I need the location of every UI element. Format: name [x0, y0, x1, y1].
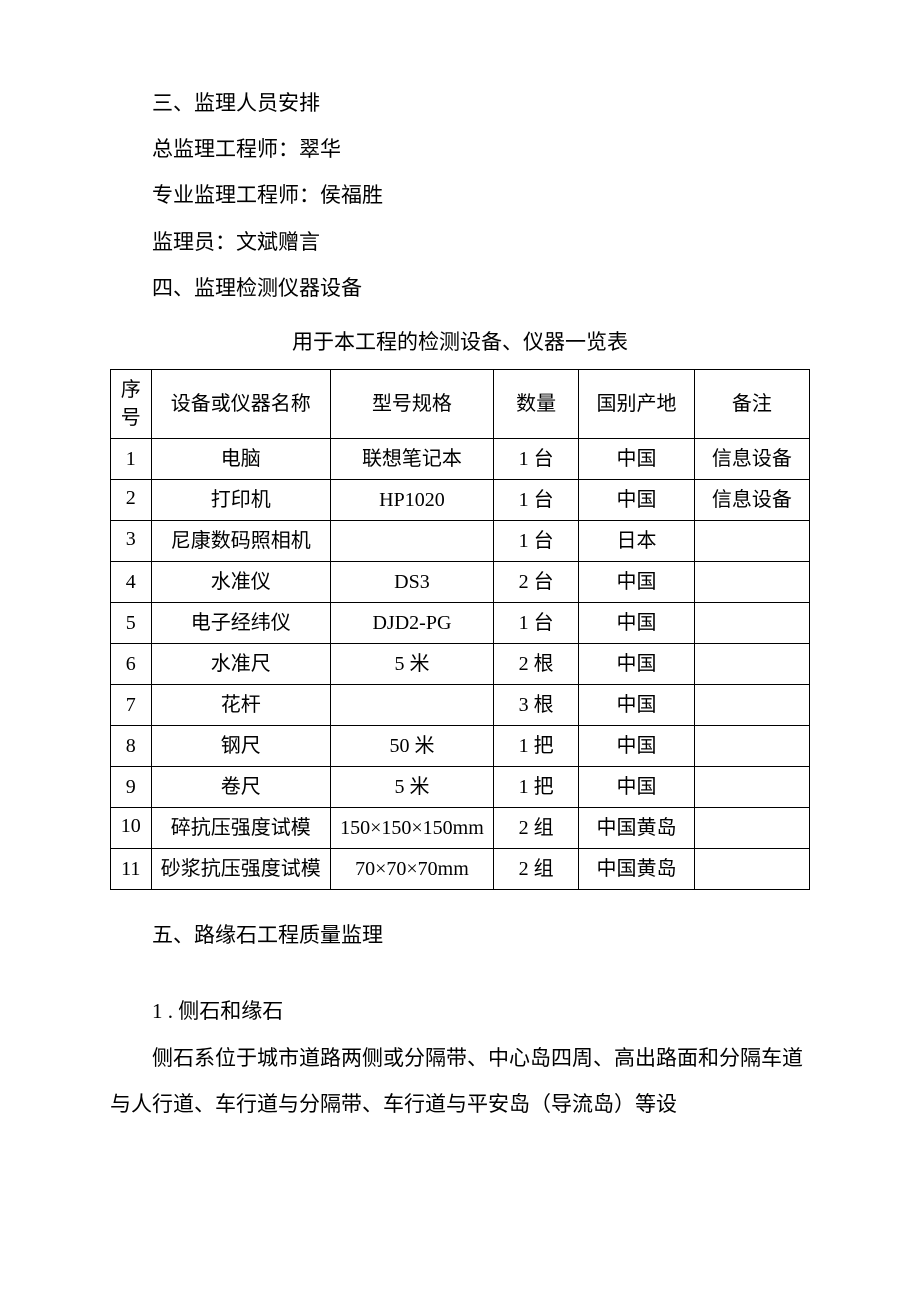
cell-origin: 中国 [579, 480, 694, 521]
cell-origin: 中国 [579, 726, 694, 767]
cell-note [694, 849, 809, 890]
cell-qty: 2 组 [493, 849, 578, 890]
table-row: 4水准仪DS32 台中国 [111, 562, 810, 603]
cell-qty: 1 台 [493, 439, 578, 480]
cell-qty: 1 台 [493, 521, 578, 562]
cell-origin: 中国 [579, 439, 694, 480]
cell-name: 尼康数码照相机 [151, 521, 330, 562]
section5-heading: 五、路缘石工程质量监理 [110, 912, 810, 958]
table-row: 1电脑联想笔记本1 台中国信息设备 [111, 439, 810, 480]
cell-name: 电脑 [151, 439, 330, 480]
cell-index: 8 [111, 726, 152, 767]
table-row: 7花杆 3 根中国 [111, 685, 810, 726]
cell-qty: 2 根 [493, 644, 578, 685]
cell-spec: 150×150×150mm [330, 808, 493, 849]
cell-qty: 2 组 [493, 808, 578, 849]
supervisor-line: 监理员：文斌赠言 [110, 219, 810, 265]
cell-origin: 中国 [579, 644, 694, 685]
header-qty: 数量 [493, 370, 578, 439]
header-index: 序号 [111, 370, 152, 439]
table-row: 5电子经纬仪DJD2-PG1 台中国 [111, 603, 810, 644]
table-row: 11砂浆抗压强度试模70×70×70mm2 组中国黄岛 [111, 849, 810, 890]
section5-sub1: 1 . 侧石和缘石 [110, 988, 810, 1034]
header-spec: 型号规格 [330, 370, 493, 439]
cell-note [694, 767, 809, 808]
cell-name: 水准仪 [151, 562, 330, 603]
cell-name: 电子经纬仪 [151, 603, 330, 644]
cell-note [694, 521, 809, 562]
cell-name: 钢尺 [151, 726, 330, 767]
header-note: 备注 [694, 370, 809, 439]
cell-spec: HP1020 [330, 480, 493, 521]
cell-origin: 中国 [579, 603, 694, 644]
cell-qty: 2 台 [493, 562, 578, 603]
table-row: 2打印机HP10201 台中国信息设备 [111, 480, 810, 521]
cell-name: 碎抗压强度试模 [151, 808, 330, 849]
cell-spec: DJD2-PG [330, 603, 493, 644]
cell-spec: 5 米 [330, 644, 493, 685]
section3-heading: 三、监理人员安排 [110, 80, 810, 126]
cell-note: 信息设备 [694, 439, 809, 480]
cell-origin: 中国 [579, 767, 694, 808]
cell-name: 砂浆抗压强度试模 [151, 849, 330, 890]
cell-spec: 70×70×70mm [330, 849, 493, 890]
header-origin: 国别产地 [579, 370, 694, 439]
table-header-row: 序号 设备或仪器名称 型号规格 数量 国别产地 备注 [111, 370, 810, 439]
cell-index: 9 [111, 767, 152, 808]
cell-index: 6 [111, 644, 152, 685]
cell-name: 水准尺 [151, 644, 330, 685]
cell-note [694, 726, 809, 767]
cell-origin: 中国黄岛 [579, 808, 694, 849]
cell-origin: 中国 [579, 685, 694, 726]
cell-origin: 日本 [579, 521, 694, 562]
table-row: 8钢尺50 米1 把中国 [111, 726, 810, 767]
cell-index: 10 [111, 808, 152, 849]
cell-note [694, 685, 809, 726]
cell-qty: 1 台 [493, 480, 578, 521]
cell-index: 7 [111, 685, 152, 726]
table-row: 3尼康数码照相机 1 台日本 [111, 521, 810, 562]
cell-spec: DS3 [330, 562, 493, 603]
table-row: 6水准尺5 米2 根中国 [111, 644, 810, 685]
specialist-engineer-line: 专业监理工程师：侯福胜 [110, 172, 810, 218]
cell-qty: 1 把 [493, 767, 578, 808]
section5-para1: 侧石系位于城市道路两侧或分隔带、中心岛四周、高出路面和分隔车道与人行道、车行道与… [110, 1035, 810, 1127]
cell-note [694, 644, 809, 685]
cell-note [694, 808, 809, 849]
equipment-table-body: 1电脑联想笔记本1 台中国信息设备2打印机HP10201 台中国信息设备3尼康数… [111, 439, 810, 890]
equipment-table: 序号 设备或仪器名称 型号规格 数量 国别产地 备注 1电脑联想笔记本1 台中国… [110, 369, 810, 890]
cell-spec [330, 521, 493, 562]
table-row: 9卷尺5 米1 把中国 [111, 767, 810, 808]
cell-index: 4 [111, 562, 152, 603]
cell-index: 1 [111, 439, 152, 480]
cell-index: 3 [111, 521, 152, 562]
cell-name: 打印机 [151, 480, 330, 521]
header-name: 设备或仪器名称 [151, 370, 330, 439]
table-row: 10碎抗压强度试模150×150×150mm2 组中国黄岛 [111, 808, 810, 849]
cell-note: 信息设备 [694, 480, 809, 521]
cell-note [694, 562, 809, 603]
cell-spec [330, 685, 493, 726]
equipment-table-caption: 用于本工程的检测设备、仪器一览表 [110, 319, 810, 365]
cell-name: 卷尺 [151, 767, 330, 808]
section4-heading: 四、监理检测仪器设备 [110, 265, 810, 311]
cell-index: 2 [111, 480, 152, 521]
cell-spec: 联想笔记本 [330, 439, 493, 480]
chief-engineer-line: 总监理工程师：翠华 [110, 126, 810, 172]
cell-note [694, 603, 809, 644]
cell-index: 5 [111, 603, 152, 644]
cell-origin: 中国黄岛 [579, 849, 694, 890]
cell-name: 花杆 [151, 685, 330, 726]
cell-qty: 1 把 [493, 726, 578, 767]
cell-qty: 1 台 [493, 603, 578, 644]
cell-index: 11 [111, 849, 152, 890]
cell-qty: 3 根 [493, 685, 578, 726]
cell-origin: 中国 [579, 562, 694, 603]
cell-spec: 5 米 [330, 767, 493, 808]
cell-spec: 50 米 [330, 726, 493, 767]
